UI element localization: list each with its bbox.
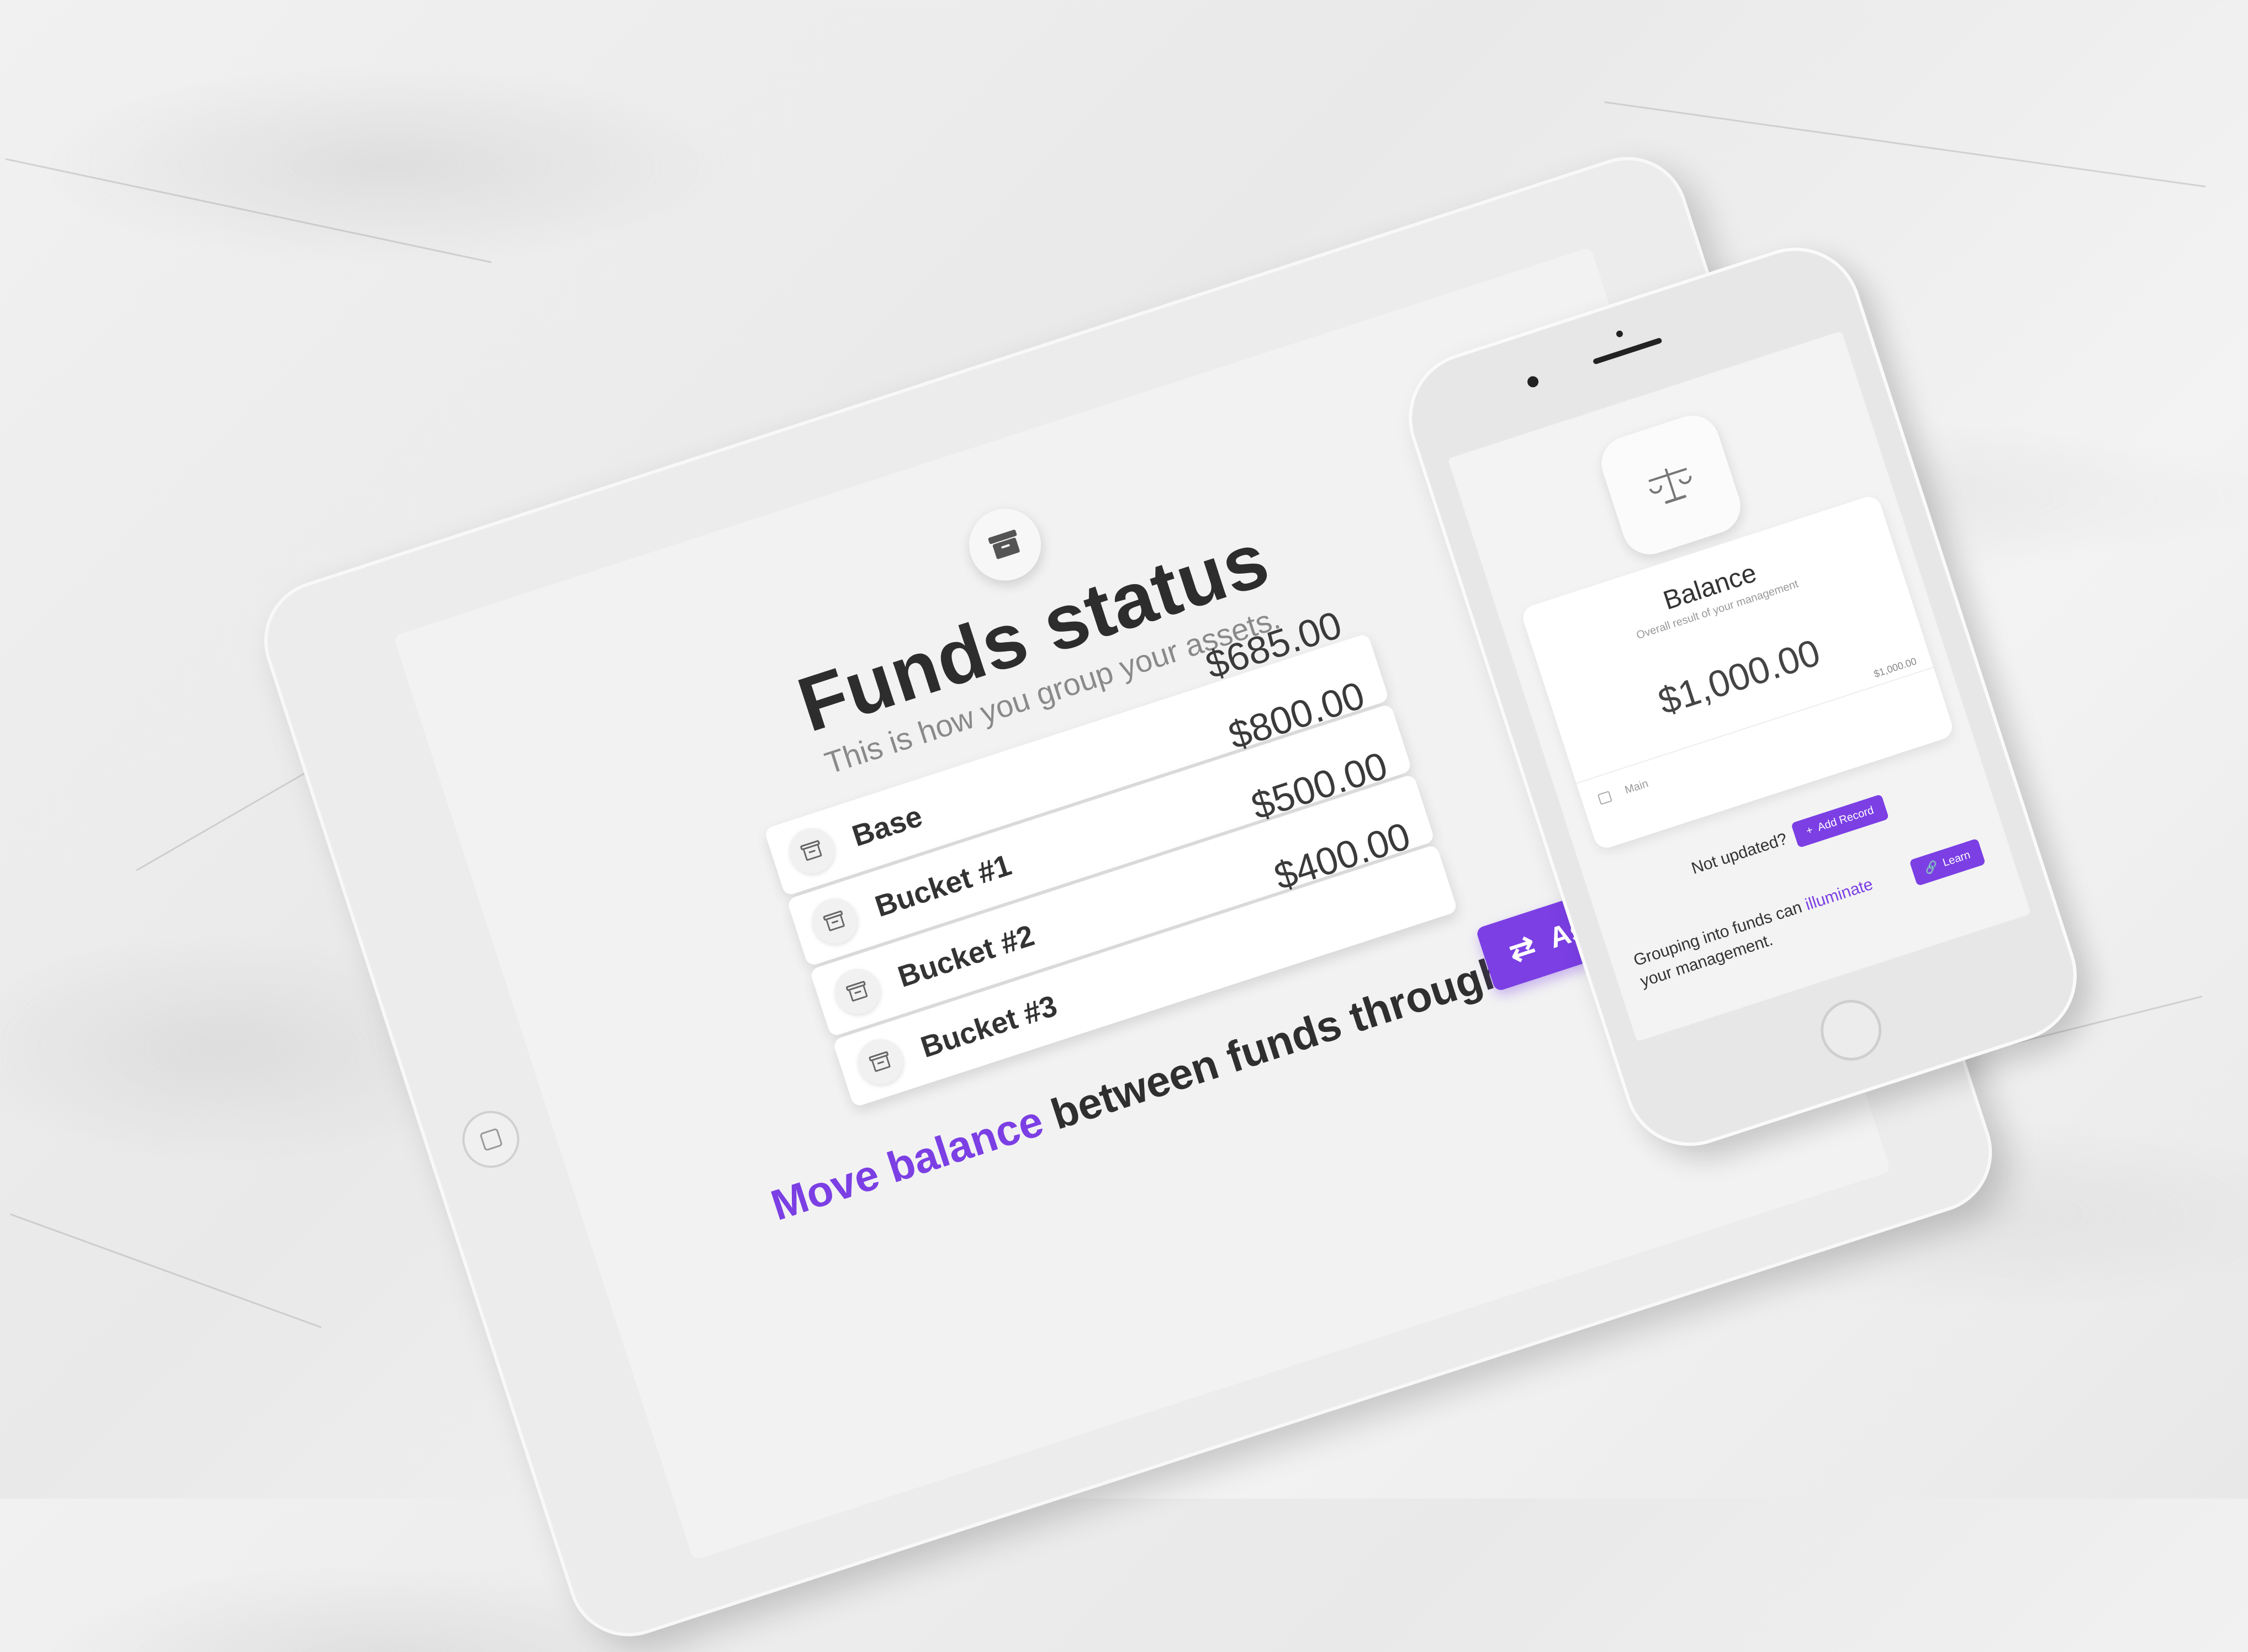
- balance-scale-icon: [1594, 408, 1748, 562]
- phone-sensor: [1615, 330, 1624, 338]
- plus-icon: +: [1805, 824, 1815, 838]
- main-fund-label: Main: [1623, 777, 1650, 797]
- phone-home-button[interactable]: [1812, 992, 1890, 1069]
- archive-box-icon: [851, 1033, 909, 1090]
- grouping-accent: illuminate: [1803, 875, 1875, 914]
- phone-camera: [1526, 374, 1540, 389]
- marble-vein: [5, 158, 492, 263]
- marble-vein: [1604, 101, 2206, 188]
- tablet-home-button[interactable]: [454, 1103, 527, 1176]
- marble-vein: [9, 1213, 322, 1328]
- add-record-label: Add Record: [1816, 804, 1875, 834]
- main-fund-row[interactable]: Main: [1597, 777, 1650, 806]
- archive-box-icon: [829, 963, 886, 1020]
- not-updated-text: Not updated?: [1689, 829, 1790, 878]
- link-icon: 🔗: [1923, 860, 1940, 876]
- swap-arrows-icon: ⇄: [1504, 928, 1540, 969]
- learn-label: Learn: [1941, 849, 1972, 870]
- learn-button[interactable]: 🔗 Learn: [1909, 838, 1986, 886]
- balance-small-value: $1,000.00: [1872, 655, 1918, 680]
- archive-box-icon: [1597, 790, 1612, 805]
- archive-box-icon: [806, 892, 864, 950]
- archive-box-icon: [783, 822, 840, 880]
- fund-name: Base: [848, 799, 927, 853]
- move-balance-accent: Move balance: [765, 1096, 1049, 1230]
- archive-box-icon: [960, 499, 1050, 590]
- add-record-button[interactable]: + Add Record: [1791, 794, 1889, 848]
- phone-speaker: [1592, 337, 1663, 365]
